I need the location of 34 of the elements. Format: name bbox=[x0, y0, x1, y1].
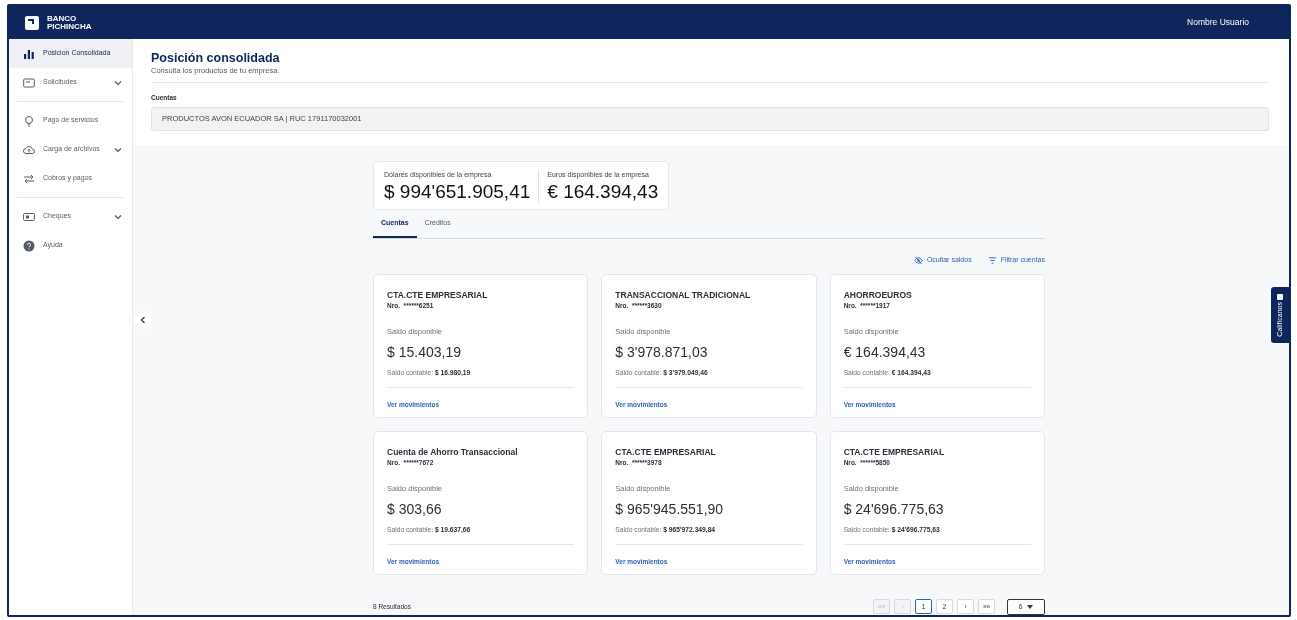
account-name: CTA.CTE EMPRESARIAL bbox=[615, 445, 717, 459]
account-name: Cuenta de Ahorro Transaccional bbox=[387, 445, 519, 459]
eye-slash-icon bbox=[913, 255, 923, 265]
available-amount: $ 15.403,19 bbox=[387, 343, 462, 363]
caret-down-icon bbox=[1027, 604, 1034, 609]
cheque-icon bbox=[23, 210, 35, 223]
available-amount: $ 3'978.871,03 bbox=[615, 343, 709, 363]
account-name: CTA.CTE EMPRESARIAL bbox=[387, 288, 489, 302]
user-name[interactable]: Nombre Usuario bbox=[1187, 16, 1249, 29]
chevron-left-icon bbox=[139, 316, 147, 324]
chevron-down-icon bbox=[114, 78, 122, 87]
chevron-down-icon bbox=[114, 145, 122, 154]
balance-amount: € 164.394,43 bbox=[547, 180, 659, 203]
cloud-upload-icon bbox=[23, 143, 35, 156]
bank-name: BANCO PICHINCHA bbox=[47, 14, 93, 31]
account-name: TRANSACCIONAL TRADICIONAL bbox=[615, 288, 752, 302]
chevron-down-icon bbox=[114, 212, 122, 221]
account-name: AHORROEUROS bbox=[843, 288, 913, 302]
account-name: CTA.CTE EMPRESARIAL bbox=[843, 445, 946, 459]
help-icon bbox=[23, 239, 35, 252]
swap-arrows-icon bbox=[23, 172, 35, 185]
available-amount: € 164.394,43 bbox=[843, 343, 927, 363]
balance-amount: $ 994'651.905,41 bbox=[384, 180, 531, 203]
available-amount: $ 24'696.775,63 bbox=[843, 500, 945, 520]
available-amount: $ 303,66 bbox=[387, 500, 443, 520]
collapse-sidebar-button[interactable] bbox=[134, 311, 152, 329]
form-icon bbox=[23, 76, 35, 89]
bar-chart-icon bbox=[23, 47, 35, 60]
lightbulb-icon bbox=[23, 114, 35, 127]
bank-logo-icon bbox=[25, 15, 39, 30]
page-title: Posición consolidada bbox=[151, 51, 281, 65]
available-amount: $ 965'945.551,90 bbox=[615, 500, 725, 520]
square-icon bbox=[1277, 293, 1283, 300]
filter-icon bbox=[987, 255, 997, 265]
